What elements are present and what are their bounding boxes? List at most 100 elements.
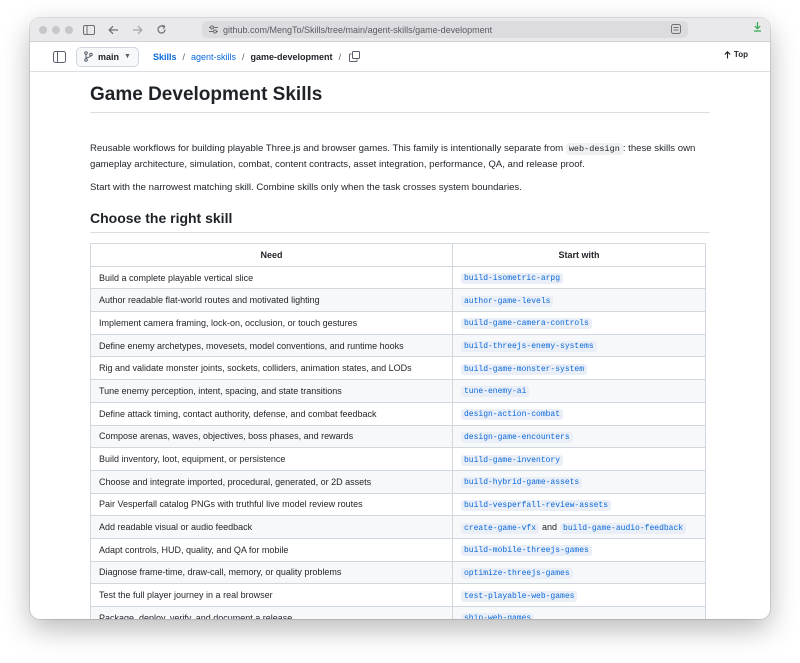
need-cell: Build a complete playable vertical slice	[90, 265, 453, 290]
breadcrumb: Skills / agent-skills / game-development…	[153, 52, 341, 62]
breadcrumb-separator: /	[338, 51, 342, 62]
table-row: Tune enemy perception, intent, spacing, …	[90, 379, 706, 403]
forward-arrow-icon[interactable]	[129, 22, 145, 38]
skill-link[interactable]: build-game-inventory	[461, 454, 564, 466]
back-arrow-icon[interactable]	[105, 22, 121, 38]
start-with-cell: build-mobile-threejs-games	[452, 537, 706, 562]
chevron-down-icon: ▼	[124, 53, 131, 60]
skill-link[interactable]: test-playable-web-games	[461, 590, 578, 602]
breadcrumb-link-folder[interactable]: agent-skills	[191, 52, 236, 62]
table-header-row: Need Start with	[90, 243, 706, 267]
git-branch-icon	[84, 51, 93, 62]
need-cell: Define enemy archetypes, movesets, model…	[90, 333, 453, 358]
address-bar[interactable]: github.com/MengTo/Skills/tree/main/agent…	[202, 21, 688, 38]
need-cell: Pair Vesperfall catalog PNGs with truthf…	[90, 492, 453, 517]
need-cell: Define attack timing, contact authority,…	[90, 401, 453, 426]
branch-selector-button[interactable]: main ▼	[76, 46, 139, 67]
need-cell: Adapt controls, HUD, quality, and QA for…	[90, 537, 453, 562]
need-cell: Diagnose frame-time, draw-call, memory, …	[90, 560, 453, 585]
breadcrumb-separator: /	[182, 51, 185, 62]
need-cell: Compose arenas, waves, objectives, boss …	[90, 424, 453, 449]
skill-link[interactable]: optimize-threejs-games	[461, 567, 573, 579]
close-window-button[interactable]	[39, 25, 47, 34]
need-cell: Rig and validate monster joints, sockets…	[90, 356, 453, 381]
skill-link[interactable]: ship-web-games	[461, 613, 535, 619]
download-arrow-icon[interactable]	[753, 21, 762, 35]
table-row: Package, deploy, verify, and document a …	[90, 606, 706, 619]
start-with-cell: ship-web-games	[452, 606, 706, 619]
skill-joiner: and	[542, 521, 558, 532]
reload-icon[interactable]	[153, 22, 169, 38]
breadcrumb-separator: /	[242, 51, 245, 62]
skills-table: Need Start with Build a complete playabl…	[90, 243, 706, 619]
need-cell: Choose and integrate imported, procedura…	[90, 469, 453, 494]
table-row: Add readable visual or audio feedback cre…	[90, 515, 706, 539]
skill-link[interactable]: design-action-combat	[461, 409, 564, 421]
inline-code: web-design	[565, 143, 623, 155]
start-with-cell: design-game-encounters	[452, 424, 706, 449]
address-bar-url: github.com/MengTo/Skills/tree/main/agent…	[223, 24, 493, 35]
skill-link[interactable]: author-game-levels	[461, 295, 554, 307]
skill-link[interactable]: tune-enemy-ai	[461, 386, 530, 398]
start-with-cell: optimize-threejs-games	[452, 560, 706, 585]
start-with-cell: build-isometric-arpg	[452, 265, 706, 290]
intro-paragraph: Reusable workflows for building playable…	[90, 141, 710, 172]
start-with-cell: author-game-levels	[452, 288, 706, 313]
intro-text-start: Reusable workflows for building playable…	[90, 143, 566, 154]
table-row: Build inventory, loot, equipment, or per…	[90, 447, 706, 471]
start-with-cell: build-game-camera-controls	[452, 311, 706, 335]
skill-link[interactable]: build-threejs-enemy-systems	[461, 341, 597, 353]
need-cell: Add readable visual or audio feedback	[90, 515, 453, 539]
back-to-top-label: Top	[733, 50, 748, 59]
breadcrumb-link-repo[interactable]: Skills	[153, 52, 177, 62]
need-cell: Build inventory, loot, equipment, or per…	[90, 447, 453, 471]
copy-path-icon[interactable]	[349, 51, 361, 62]
skill-link[interactable]: design-game-encounters	[461, 431, 573, 443]
skill-link[interactable]: build-mobile-threejs-games	[461, 545, 592, 557]
table-body: Build a complete playable vertical slice…	[90, 265, 706, 619]
need-cell: Test the full player journey in a real b…	[90, 583, 453, 607]
start-with-cell: create-game-vfx and build-game-audio-feedb…	[452, 515, 706, 539]
skill-link[interactable]: build-game-monster-system	[461, 363, 588, 375]
table-row: Define attack timing, contact authority,…	[90, 401, 706, 426]
start-with-cell: build-hybrid-game-assets	[452, 469, 706, 494]
table-row: Implement camera framing, lock-on, occlu…	[90, 311, 706, 335]
need-cell: Package, deploy, verify, and document a …	[90, 606, 453, 619]
skill-link[interactable]: build-hybrid-game-assets	[461, 477, 583, 489]
column-header-need: Need	[90, 243, 453, 267]
branch-name: main	[98, 51, 120, 62]
window-controls	[39, 25, 73, 34]
zoom-window-button[interactable]	[65, 25, 73, 34]
start-with-cell: design-action-combat	[452, 401, 706, 426]
reader-mode-icon[interactable]	[671, 24, 681, 36]
table-row: Define enemy archetypes, movesets, model…	[90, 333, 706, 358]
start-with-cell: build-threejs-enemy-systems	[452, 333, 706, 358]
site-settings-icon[interactable]	[208, 25, 219, 34]
skill-link[interactable]: build-game-camera-controls	[461, 318, 592, 330]
column-header-start-with: Start with	[452, 243, 706, 267]
table-row: Compose arenas, waves, objectives, boss …	[90, 424, 706, 449]
start-with-cell: build-vesperfall-review-assets	[452, 492, 706, 517]
table-row: Adapt controls, HUD, quality, and QA for…	[90, 537, 706, 562]
skill-link[interactable]: build-isometric-arpg	[461, 273, 564, 285]
start-with-cell: build-game-inventory	[452, 447, 706, 471]
need-cell: Tune enemy perception, intent, spacing, …	[90, 379, 453, 403]
page-title: Game Development Skills	[90, 84, 710, 113]
skill-link[interactable]: build-vesperfall-review-assets	[461, 499, 612, 511]
table-row: Test the full player journey in a real b…	[90, 583, 706, 607]
table-row: Pair Vesperfall catalog PNGs with truthf…	[90, 492, 706, 517]
section-heading: Choose the right skill	[90, 210, 710, 233]
file-tree-toggle-icon[interactable]	[50, 48, 68, 66]
sidebar-toggle-icon[interactable]	[81, 22, 97, 38]
start-with-cell: tune-enemy-ai	[452, 379, 706, 403]
minimize-window-button[interactable]	[52, 25, 60, 34]
back-to-top-button[interactable]: Top	[724, 50, 748, 59]
table-row: Build a complete playable vertical slice…	[90, 265, 706, 290]
table-row: Choose and integrate imported, procedura…	[90, 469, 706, 494]
skill-link[interactable]: build-game-audio-feedback	[560, 522, 687, 534]
skill-link[interactable]: create-game-vfx	[461, 522, 540, 534]
table-row: Diagnose frame-time, draw-call, memory, …	[90, 560, 706, 585]
start-with-cell: build-game-monster-system	[452, 356, 706, 381]
browser-window: github.com/MengTo/Skills/tree/main/agent…	[30, 18, 770, 619]
arrow-up-icon	[724, 50, 731, 58]
